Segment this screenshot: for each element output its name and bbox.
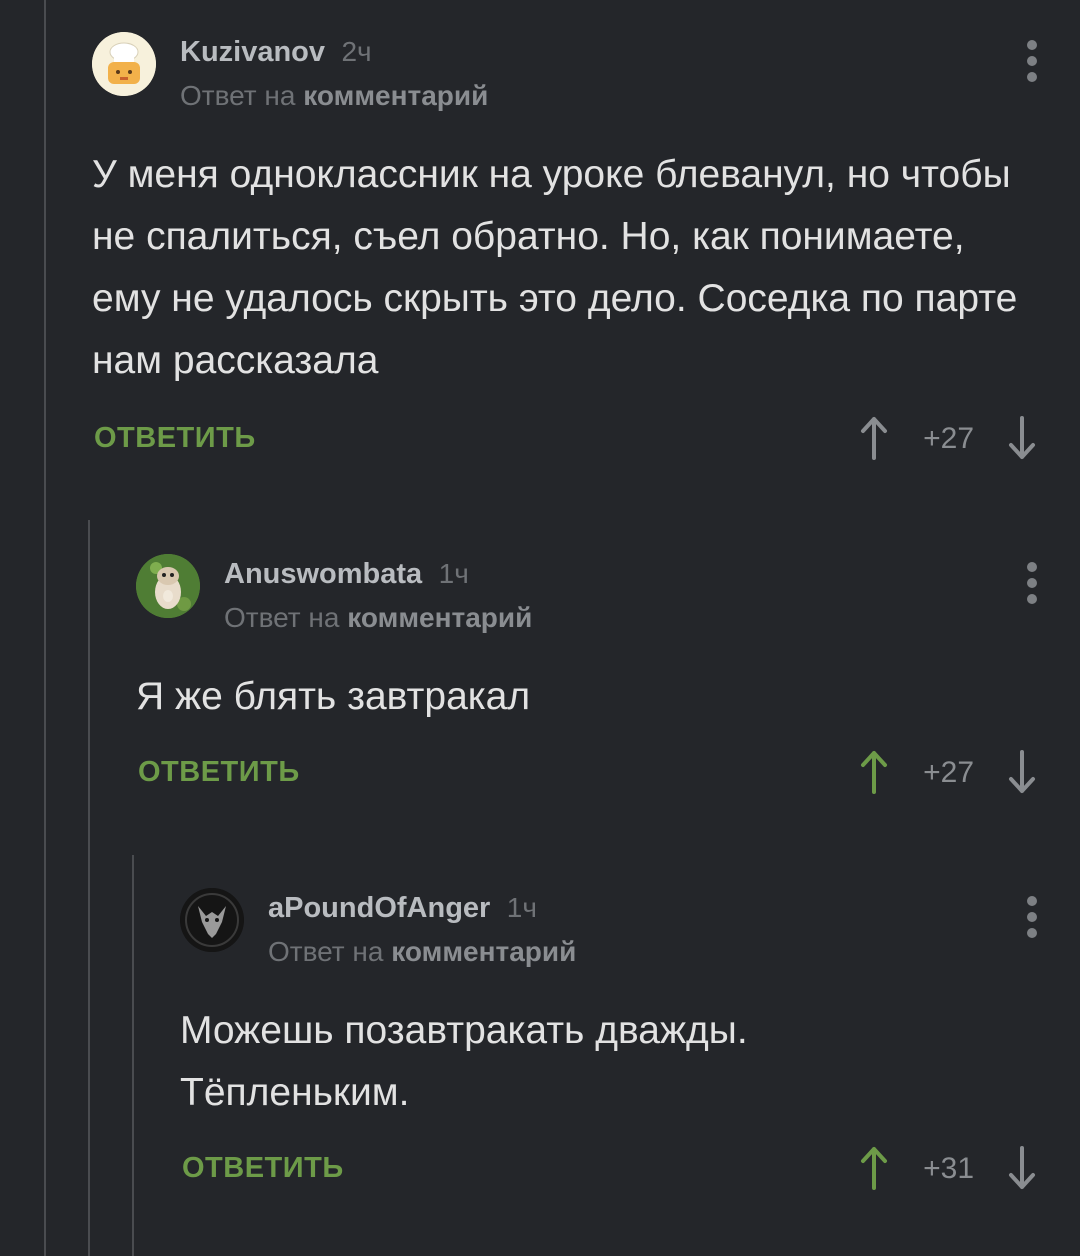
thread-line-level-3 xyxy=(132,855,134,1256)
arrow-down-icon[interactable] xyxy=(1006,416,1038,460)
arrow-up-icon[interactable] xyxy=(858,750,890,794)
vertical-dots-icon[interactable] xyxy=(1020,562,1044,612)
comment-anuswombata: Anuswombata 1ч Ответ на комментарий Я же… xyxy=(136,554,1080,814)
comment-apoundofanger: aPoundOfAnger 1ч Ответ на комментарий Мо… xyxy=(180,888,1080,1208)
reply-target-link[interactable]: комментарий xyxy=(347,602,532,633)
author-row: Kuzivanov 2ч xyxy=(180,36,372,69)
comment-text: Можешь позавтракать дважды. Тёпленьким. xyxy=(180,1009,748,1114)
reply-prefix: Ответ на xyxy=(268,936,384,967)
comment-text: У меня одноклассник на уроке блеванул, н… xyxy=(92,153,1018,382)
reply-button[interactable]: ОТВЕТИТЬ xyxy=(138,756,300,789)
reply-to: Ответ на комментарий xyxy=(268,936,576,968)
reply-target-link[interactable]: комментарий xyxy=(391,936,576,967)
arrow-up-icon[interactable] xyxy=(858,1146,890,1190)
reply-target-link[interactable]: комментарий xyxy=(303,80,488,111)
hamster-avatar-icon xyxy=(136,554,200,618)
vertical-dots-icon[interactable] xyxy=(1020,896,1044,946)
avatar-kuzivanov[interactable] xyxy=(92,32,156,96)
vertical-dots-icon[interactable] xyxy=(1020,40,1044,90)
reply-to: Ответ на комментарий xyxy=(224,602,532,634)
reply-button[interactable]: ОТВЕТИТЬ xyxy=(182,1152,344,1185)
author-name[interactable]: Kuzivanov xyxy=(180,36,325,68)
thread-line-level-1 xyxy=(44,0,46,1256)
vote-score: +31 xyxy=(923,1152,974,1185)
comment-time: 1ч xyxy=(438,558,469,589)
comment-time: 2ч xyxy=(341,36,372,67)
reply-to: Ответ на комментарий xyxy=(180,80,488,112)
author-row: aPoundOfAnger 1ч xyxy=(268,892,537,925)
avatar-apoundofanger[interactable] xyxy=(180,888,244,952)
arrow-down-icon[interactable] xyxy=(1006,1146,1038,1190)
vote-score: +27 xyxy=(923,422,974,455)
arrow-up-icon[interactable] xyxy=(858,416,890,460)
reply-prefix: Ответ на xyxy=(180,80,296,111)
comment-time: 1ч xyxy=(506,892,537,923)
author-row: Anuswombata 1ч xyxy=(224,558,469,591)
comment-kuzivanov: Kuzivanov 2ч Ответ на комментарий У меня… xyxy=(92,32,1080,472)
chef-avatar-icon xyxy=(92,32,156,96)
thread-line-level-2 xyxy=(88,520,90,1256)
author-name[interactable]: aPoundOfAnger xyxy=(268,892,490,924)
avatar-anuswombata[interactable] xyxy=(136,554,200,618)
reply-button[interactable]: ОТВЕТИТЬ xyxy=(94,422,256,455)
comment-text: Я же блять завтракал xyxy=(136,675,531,718)
vote-score: +27 xyxy=(923,756,974,789)
wolf-medallion-icon xyxy=(180,888,244,952)
reply-prefix: Ответ на xyxy=(224,602,340,633)
arrow-down-icon[interactable] xyxy=(1006,750,1038,794)
author-name[interactable]: Anuswombata xyxy=(224,558,422,590)
